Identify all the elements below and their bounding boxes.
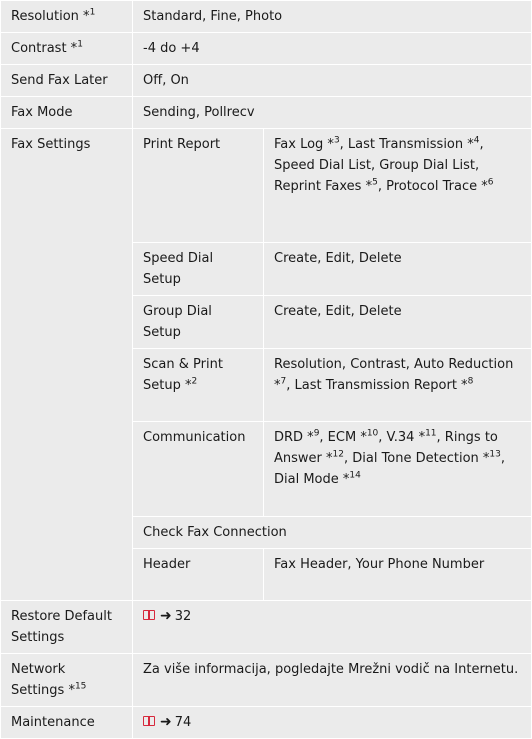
fax-settings-label: Fax Settings xyxy=(0,128,133,601)
row-value: Sending, Pollrecv xyxy=(132,96,532,129)
restore-default-label: Restore Default Settings xyxy=(0,600,133,654)
page-number: 32 xyxy=(174,609,192,624)
row-value: Create, Edit, Delete xyxy=(263,295,532,349)
footnote-ref: 2 xyxy=(191,376,198,387)
table-row: Network Settings *15 Za više informacija… xyxy=(0,653,532,707)
table-row: Fax Mode Sending, Pollrecv xyxy=(0,96,532,129)
row-label: Contrast *1 xyxy=(0,32,133,65)
print-report-value: Fax Log *3, Last Transmission *4, Speed … xyxy=(263,128,532,243)
row-value: Fax Header, Your Phone Number xyxy=(263,548,532,601)
communication-label: Communication xyxy=(132,421,264,517)
resolution-label: Resolution * xyxy=(11,9,90,24)
footnote-ref: 1 xyxy=(89,7,96,18)
footnote-ref: 12 xyxy=(332,449,344,460)
table-row: Maintenance ➜ 74 xyxy=(0,706,532,739)
page-number: 74 xyxy=(174,715,192,730)
arrow-right-icon: ➜ xyxy=(160,714,172,730)
book-icon xyxy=(143,716,155,726)
communication-value: DRD *9, ECM *10, V.34 *11, Rings to Answ… xyxy=(263,421,532,517)
header-label: Header xyxy=(132,548,264,601)
contrast-label: Contrast * xyxy=(11,41,78,56)
footnote-ref: 1 xyxy=(77,39,83,50)
row-value: Za više informacija, pogledajte Mrežni v… xyxy=(132,653,532,707)
page-reference: ➜ 74 xyxy=(132,706,532,739)
maintenance-label: Maintenance xyxy=(0,706,133,739)
footnote-ref: 13 xyxy=(489,449,501,460)
footnote-ref: 10 xyxy=(366,428,379,439)
row-value: Standard, Fine, Photo xyxy=(132,0,532,33)
group-dial-setup-label: Group Dial Setup xyxy=(132,295,264,349)
row-value: Create, Edit, Delete xyxy=(263,242,532,296)
send-fax-later-label: Send Fax Later xyxy=(0,64,133,97)
book-icon xyxy=(143,610,155,620)
row-label: Resolution *1 xyxy=(0,0,133,33)
scan-print-setup-label: Scan & Print Setup *2 xyxy=(132,348,264,422)
row-value: Off, On xyxy=(132,64,532,97)
table-row: Restore Default Settings ➜ 32 xyxy=(0,600,532,654)
footnote-ref: 6 xyxy=(487,177,494,188)
scan-print-setup-value: Resolution, Contrast, Auto Reduction *7,… xyxy=(263,348,532,422)
table-row: Fax Settings Print Report Fax Log *3, La… xyxy=(0,128,532,601)
footnote-ref: 11 xyxy=(425,428,437,439)
page-reference: ➜ 32 xyxy=(132,600,532,654)
arrow-right-icon: ➜ xyxy=(160,608,172,624)
fax-settings-table: Resolution *1 Standard, Fine, Photo Cont… xyxy=(0,0,532,739)
table-row: Resolution *1 Standard, Fine, Photo xyxy=(0,0,532,33)
footnote-ref: 8 xyxy=(467,376,474,387)
row-value: -4 do +4 xyxy=(132,32,532,65)
table-row: Send Fax Later Off, On xyxy=(0,64,532,97)
table-row: Contrast *1 -4 do +4 xyxy=(0,32,532,65)
fax-mode-label: Fax Mode xyxy=(0,96,133,129)
footnote-ref: 15 xyxy=(74,681,87,692)
footnote-ref: 14 xyxy=(349,470,361,481)
speed-dial-setup-label: Speed Dial Setup xyxy=(132,242,264,296)
check-fax-connection-label: Check Fax Connection xyxy=(132,516,532,549)
print-report-label: Print Report xyxy=(132,128,264,243)
network-settings-label: Network Settings *15 xyxy=(0,653,133,707)
